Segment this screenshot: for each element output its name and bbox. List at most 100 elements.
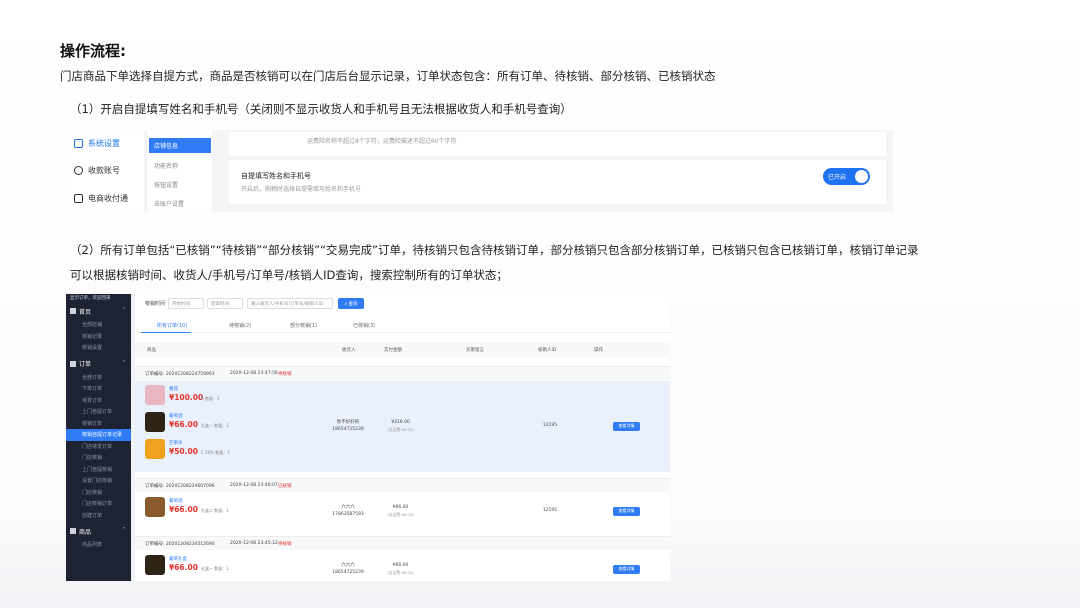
- receiver-cell: 六六六 17863587593: [323, 504, 373, 518]
- receiver-cell: 你不好好的 18654725239: [323, 419, 373, 433]
- amount-note: (含运费 ¥0.00): [387, 511, 414, 517]
- query-button-label: 查询: [348, 301, 358, 307]
- product-price: ¥50.00: [169, 447, 198, 456]
- chevron-up-icon: ^: [121, 527, 126, 533]
- order-status: 已核销: [278, 484, 292, 489]
- column-header: 商品: [147, 348, 156, 353]
- search-input[interactable]: 输入收货人/手机号/订单号/核销人ID: [247, 298, 333, 309]
- sidebar-item[interactable]: 门店核销: [66, 452, 131, 464]
- order-row: 番茄 ¥100.00 A 数量：2 葡萄酒 ¥66.00 礼盒一 数量：1 芒果冰 ¥50.0…: [135, 381, 670, 472]
- column-header: 实付金额: [384, 348, 402, 353]
- receiver-phone: 18654725239: [332, 426, 364, 432]
- step2-text: （2）所有订单包括“已核销”“待核销”“部分核销”“交易完成”订单，待核销只包含…: [70, 238, 1050, 288]
- sidebar-item[interactable]: 门店核销: [66, 487, 131, 499]
- view-detail-button[interactable]: 查看详情: [613, 564, 640, 574]
- pickup-setting-card: 自提填写姓名和手机号 开启后，购物时选择自提需填写姓名和手机号 已开启: [229, 160, 886, 204]
- orders-screenshot: 显示订单，欢迎回来 首页 ^ 全部店铺 核销记录 核销设置 订单 ^ 全部订单 下单订单 待发订单…: [66, 294, 670, 581]
- sidebar-item[interactable]: 核销订单: [66, 418, 131, 430]
- product-thumbnail: [145, 497, 165, 517]
- product-name[interactable]: 葡萄酒: [169, 413, 183, 419]
- menu-item-label: 电商收付通: [88, 193, 128, 203]
- product-spec: A 数量：2: [201, 396, 220, 401]
- product-price: ¥66.00: [169, 420, 198, 429]
- toggle-knob: [855, 170, 868, 183]
- sidebar-item[interactable]: 核销记录: [66, 331, 131, 343]
- menu-group-icon: [70, 308, 76, 314]
- sidebar-item[interactable]: 全部店铺: [66, 319, 131, 331]
- sidebar-item[interactable]: 核销自提订单记录: [66, 429, 131, 441]
- active-tab-underline: [141, 332, 191, 333]
- menu-item-ecommerce-pay[interactable]: 电商收付通: [74, 191, 128, 205]
- column-header: 买家留言: [466, 348, 484, 353]
- setting-description: 开启后，购物时选择自提需填写姓名和手机号: [241, 186, 362, 193]
- step1-text: （1）开启自提填写姓名和手机号（关闭则不显示收货人和手机号且无法根据收货人和手机…: [70, 102, 572, 116]
- slide: 操作流程: 门店商品下单选择自提方式，商品是否核销可以在门店后台显示记录，订单状…: [0, 0, 1080, 608]
- sidebar-header: 显示订单，欢迎回来: [70, 296, 111, 301]
- sidebar-item[interactable]: 核销设置: [66, 342, 131, 354]
- order-time: 2020-12-08 23:46:07: [230, 483, 278, 488]
- product-item: 葡萄礼盒 ¥66.00 礼盒一 数量：1: [145, 555, 245, 577]
- sidebar-item[interactable]: 下单订单: [66, 383, 131, 395]
- sidebar-item[interactable]: 全部订单: [66, 372, 131, 384]
- sidebar-item[interactable]: 待发订单: [66, 395, 131, 407]
- product-name[interactable]: 葡萄礼盒: [169, 556, 187, 562]
- toggle-label: 已开启: [828, 174, 847, 181]
- view-detail-button[interactable]: 查看详情: [613, 421, 640, 431]
- menu-item-payment-account[interactable]: 收款账号: [74, 163, 120, 177]
- intro-text: 门店商品下单选择自提方式，商品是否核销可以在门店后台显示记录，订单状态包含：所有…: [60, 69, 716, 83]
- tab-verified[interactable]: 已核销(3): [353, 322, 375, 329]
- sidebar-item[interactable]: 上门自提订单: [66, 406, 131, 418]
- pickup-toggle[interactable]: 已开启: [823, 168, 870, 185]
- column-header: 核销人ID: [538, 348, 557, 353]
- product-thumbnail: [145, 385, 165, 405]
- tab-pending[interactable]: 待核销(2): [229, 322, 251, 329]
- receiver-phone: 17863587593: [332, 511, 364, 517]
- receiver-phone: 18654725239: [332, 569, 364, 575]
- query-button[interactable]: ⌕ 查询: [338, 298, 364, 309]
- end-time-input[interactable]: 结束时间: [207, 298, 243, 309]
- view-detail-button[interactable]: 查看详情: [613, 506, 640, 516]
- menu-item-system-settings[interactable]: 系统设置: [74, 136, 120, 150]
- submenu-item-feature-name[interactable]: 功能名称: [149, 158, 211, 173]
- product-price: ¥100.00: [169, 393, 204, 402]
- amount-note: (含运费 ¥0.00): [387, 426, 414, 432]
- settings-submenu: 店铺信息 功能名称 按钮设置 去账户设置: [146, 130, 212, 212]
- order-status: 待核销: [278, 542, 292, 547]
- order-header: 订单编号: 20201208234512690 2020-12-08 23:45:…: [135, 536, 670, 550]
- sidebar-group-label: 首页: [79, 308, 92, 316]
- order-number-label: 订单编号: 20201208234512690: [145, 542, 215, 547]
- submenu-item-button-settings[interactable]: 按钮设置: [149, 177, 211, 192]
- shipping-insurance-note: 运费险名称不超过8个字符，运费险描述不超过60个字符: [229, 132, 886, 156]
- sidebar-item[interactable]: 上门自提核销: [66, 464, 131, 476]
- sidebar-item[interactable]: 创建订单: [66, 510, 131, 522]
- product-spec: 礼盒二 数量：1: [201, 508, 229, 513]
- sidebar-group[interactable]: 商品 ^: [70, 526, 128, 536]
- chevron-up-icon: ^: [121, 359, 126, 366]
- tab-partial[interactable]: 部分核销(1): [290, 322, 317, 329]
- sidebar-item[interactable]: 商品列表: [66, 539, 131, 551]
- product-item: 番茄 ¥100.00 A 数量：2: [145, 385, 245, 407]
- sidebar-item[interactable]: 门店待发订单: [66, 441, 131, 453]
- submenu-item-account-settings[interactable]: 去账户设置: [149, 196, 211, 211]
- submenu-item-store-info[interactable]: 店铺信息: [149, 138, 211, 153]
- setting-title: 自提填写姓名和手机号: [241, 172, 311, 180]
- sidebar-item[interactable]: 门店核销订单: [66, 498, 131, 510]
- product-name[interactable]: 芒果冰: [169, 440, 183, 446]
- order-amount: ¥66.00: [392, 504, 409, 510]
- tab-all-orders[interactable]: 所有订单(10): [157, 322, 187, 329]
- order-amount: ¥66.00: [392, 562, 409, 568]
- column-header: 收货人: [342, 348, 356, 353]
- order-header: 订单编号: 20201208224607096 2020-12-08 23:46:…: [135, 478, 670, 492]
- verifier-id: 12195: [542, 422, 558, 428]
- receiver-name: 六六六: [341, 504, 355, 510]
- step2-line2: 可以根据核销时间、收货人/手机号/订单号/核销人ID查询，搜索控制所有的订单状态…: [70, 268, 508, 282]
- sidebar-group[interactable]: 订单 ^: [70, 359, 128, 369]
- order-status: 待核销: [278, 372, 292, 377]
- sidebar-item[interactable]: 设置门店核销: [66, 475, 131, 487]
- sidebar-group[interactable]: 首页 ^: [70, 306, 128, 316]
- product-spec: 礼盒一 数量：1: [201, 566, 229, 571]
- product-name[interactable]: 番茄: [169, 386, 178, 392]
- product-name[interactable]: 葡萄酒: [169, 498, 183, 504]
- product-thumbnail: [145, 439, 165, 459]
- start-time-input[interactable]: 开始时间: [168, 298, 204, 309]
